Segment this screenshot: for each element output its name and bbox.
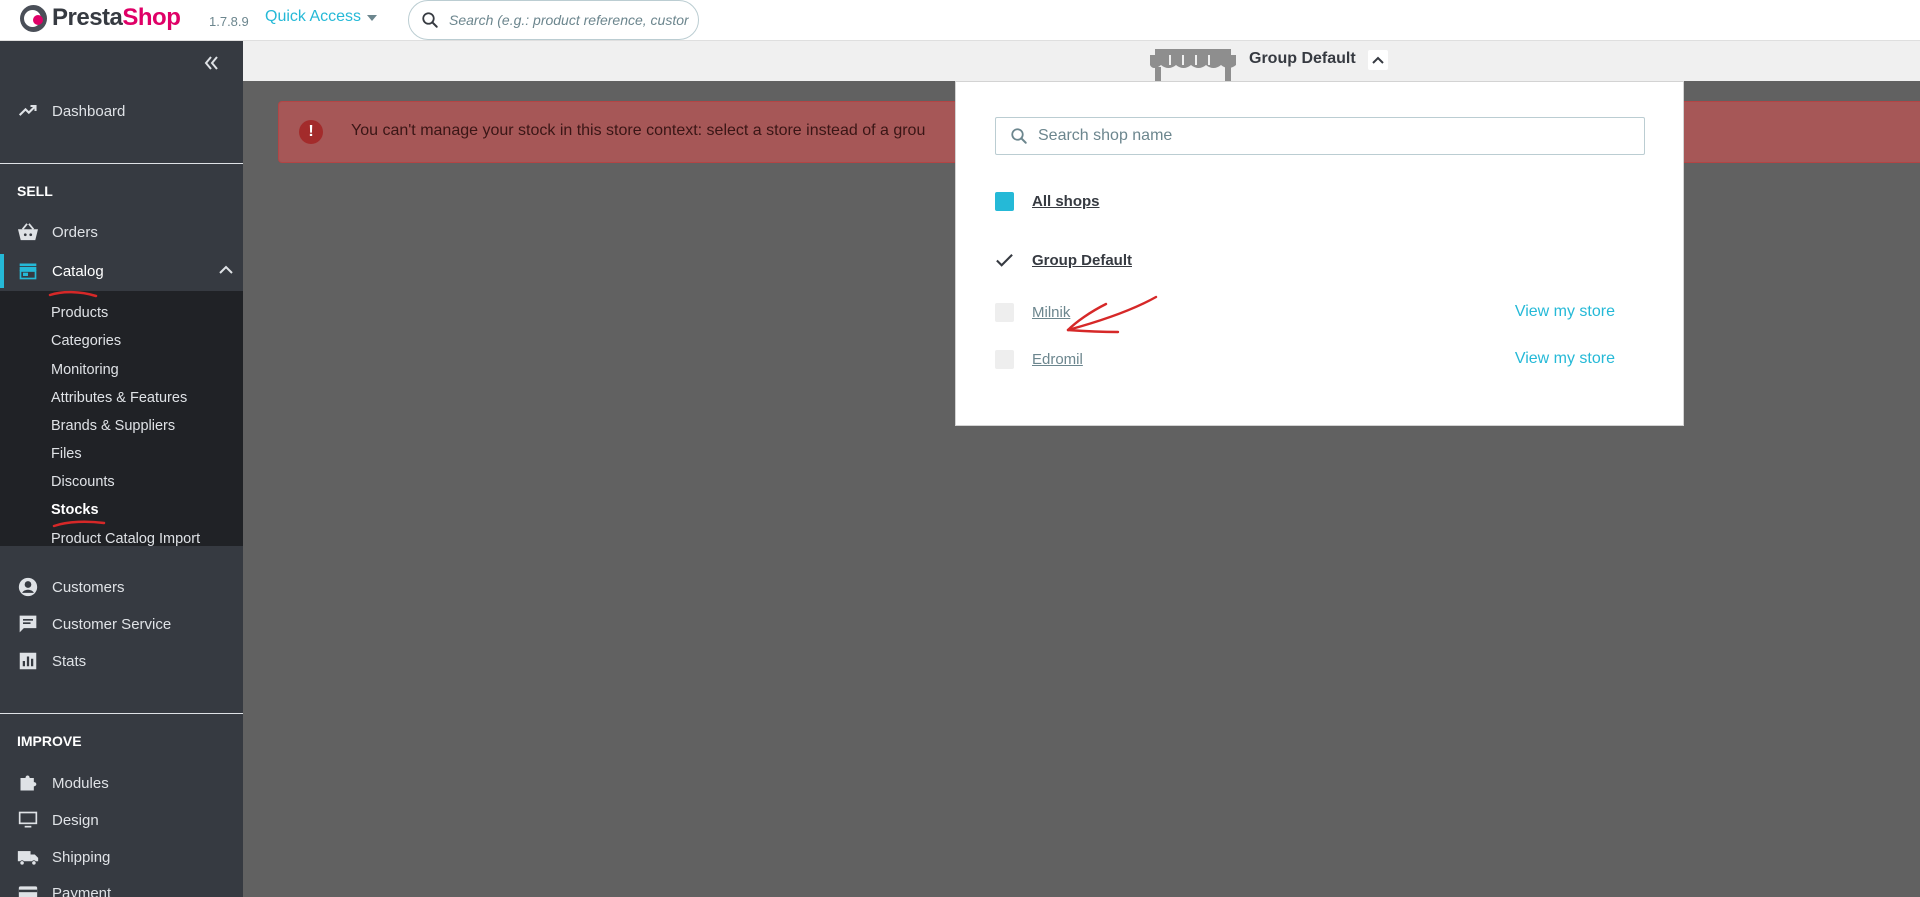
- checkbox-unchecked[interactable]: [995, 302, 1014, 322]
- submenu-item-brands[interactable]: Brands & Suppliers: [51, 418, 175, 434]
- sidebar-item-customer-service[interactable]: Customer Service: [0, 610, 243, 638]
- header-search[interactable]: [408, 0, 699, 40]
- submenu-item-catalog-import[interactable]: Product Catalog Import: [51, 531, 200, 547]
- quick-access-label: Quick Access: [265, 8, 362, 25]
- sidebar-item-label: Customer Service: [52, 615, 172, 633]
- prestashop-logo-icon: [20, 4, 47, 32]
- bar-chart-icon: [17, 650, 39, 672]
- truck-icon: [17, 846, 39, 868]
- top-header: PrestaShop 1.7.8.9 Quick Access: [0, 0, 1920, 41]
- check-icon: [996, 253, 1013, 267]
- submenu-item-stocks[interactable]: Stocks: [51, 502, 99, 518]
- sidebar-item-label: Orders: [52, 223, 98, 241]
- sidebar-item-label: Catalog: [52, 262, 104, 280]
- sidebar-item-payment[interactable]: Payment: [0, 879, 243, 897]
- shop-context-bar: [243, 41, 1920, 81]
- account-circle-icon: [17, 576, 39, 598]
- sidebar-item-label: Design: [52, 811, 99, 829]
- error-alert-text: You can't manage your stock in this stor…: [351, 122, 926, 139]
- sidebar-item-label: Dashboard: [52, 102, 126, 120]
- sidebar-divider: [0, 163, 243, 164]
- sidebar: Dashboard SELL Orders Catalog Products C…: [0, 41, 243, 897]
- sidebar-item-label: Modules: [52, 774, 109, 792]
- caret-down-icon: [367, 15, 378, 21]
- submenu-item-files[interactable]: Files: [51, 446, 82, 462]
- shop-selector-dropdown: All shops Group Default Milnik View my s…: [955, 81, 1684, 426]
- sidebar-divider: [0, 713, 243, 714]
- shop-search-input[interactable]: [1038, 127, 1638, 145]
- shop-entry-name[interactable]: Edromil: [1032, 351, 1083, 368]
- submenu-item-monitoring[interactable]: Monitoring: [51, 362, 119, 378]
- sidebar-item-label: Shipping: [52, 848, 111, 866]
- basket-icon: [17, 221, 39, 243]
- sidebar-item-dashboard[interactable]: Dashboard: [0, 97, 243, 125]
- shop-context-label[interactable]: Group Default: [1249, 50, 1356, 68]
- chat-icon: [17, 613, 39, 635]
- shop-search[interactable]: [995, 117, 1645, 155]
- shop-entry-milnik[interactable]: Milnik View my store: [995, 301, 1615, 323]
- search-icon: [1011, 128, 1027, 144]
- shop-entry-all-shops[interactable]: All shops: [995, 190, 1615, 212]
- header-search-input[interactable]: [449, 12, 689, 28]
- section-title-improve: IMPROVE: [17, 733, 82, 749]
- collapse-sidebar-icon[interactable]: [201, 53, 221, 73]
- sidebar-item-orders[interactable]: Orders: [0, 218, 243, 246]
- section-title-sell: SELL: [17, 183, 53, 199]
- submenu-item-attributes[interactable]: Attributes & Features: [51, 390, 187, 406]
- sidebar-item-stats[interactable]: Stats: [0, 647, 243, 675]
- sidebar-item-label: Customers: [52, 578, 125, 596]
- trending-up-icon: [17, 100, 39, 122]
- submenu-item-categories[interactable]: Categories: [51, 333, 121, 349]
- chevron-up-icon[interactable]: [219, 265, 233, 275]
- sidebar-item-design[interactable]: Design: [0, 806, 243, 834]
- shop-entry-edromil[interactable]: Edromil View my store: [995, 348, 1615, 370]
- view-my-store-link[interactable]: View my store: [1515, 350, 1615, 368]
- checkbox-checked[interactable]: [995, 191, 1014, 211]
- prestashop-logo[interactable]: PrestaShop: [20, 2, 181, 34]
- logo-text: PrestaShop: [52, 4, 181, 31]
- error-icon: !: [299, 120, 323, 144]
- shop-entry-name[interactable]: Group Default: [1032, 252, 1132, 269]
- quick-access-menu[interactable]: Quick Access: [265, 8, 378, 26]
- sidebar-item-modules[interactable]: Modules: [0, 769, 243, 797]
- shop-entry-name[interactable]: Milnik: [1032, 304, 1070, 321]
- checkbox-unchecked[interactable]: [995, 349, 1014, 369]
- credit-card-icon: [17, 882, 39, 897]
- monitor-icon: [17, 809, 39, 831]
- puzzle-icon: [17, 772, 39, 794]
- shop-entry-name[interactable]: All shops: [1032, 193, 1100, 210]
- sidebar-item-customers[interactable]: Customers: [0, 573, 243, 601]
- shop-entry-group-default[interactable]: Group Default: [995, 249, 1615, 271]
- view-my-store-link[interactable]: View my store: [1515, 303, 1615, 321]
- store-icon: [17, 260, 39, 282]
- version-label: 1.7.8.9: [209, 14, 249, 29]
- shop-awning-icon: [1150, 49, 1236, 81]
- sidebar-item-catalog[interactable]: Catalog: [0, 257, 243, 285]
- chevron-up-icon: [1372, 56, 1384, 64]
- sidebar-item-label: Payment: [52, 884, 112, 897]
- submenu-item-products[interactable]: Products: [51, 305, 108, 321]
- shop-selector-toggle[interactable]: [1368, 50, 1388, 70]
- sidebar-item-shipping[interactable]: Shipping: [0, 843, 243, 871]
- submenu-item-discounts[interactable]: Discounts: [51, 474, 115, 490]
- sidebar-item-label: Stats: [52, 652, 87, 670]
- search-icon: [422, 12, 438, 28]
